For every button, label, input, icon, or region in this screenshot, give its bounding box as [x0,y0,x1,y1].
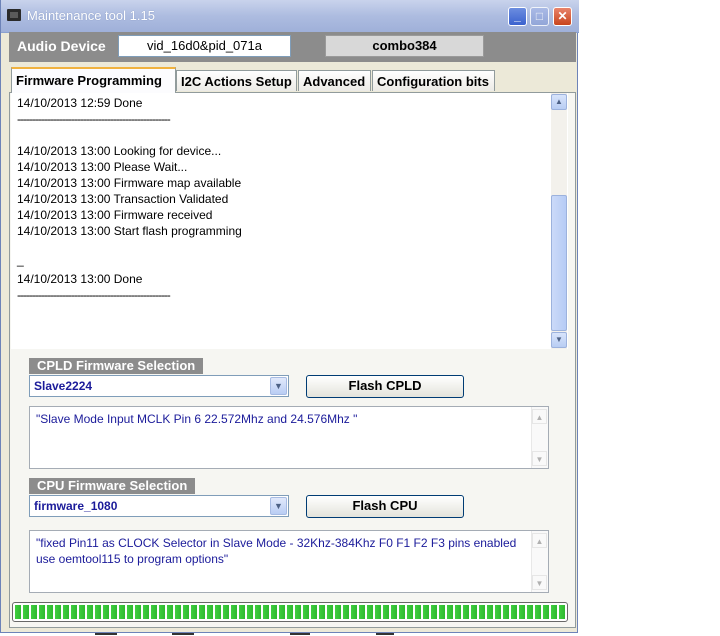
cpu-section-title: CPU Firmware Selection [29,478,196,494]
audio-device-label: Audio Device [17,38,106,54]
cpld-description: "Slave Mode Input MCLK Pin 6 22.572Mhz a… [36,412,358,426]
chevron-down-icon[interactable]: ▼ [270,377,287,395]
background-artifact [376,633,394,635]
chip-icon [7,9,21,21]
close-button[interactable]: ✕ [553,7,572,26]
cpu-selected-value: firmware_1080 [34,499,118,513]
log-line: 14/10/2013 13:00 Transaction Validated [17,192,229,206]
scroll-down-arrow-icon[interactable]: ▼ [532,451,547,466]
cpld-section-title: CPLD Firmware Selection [29,358,204,374]
log-line: 14/10/2013 13:00 Firmware map available [17,176,242,190]
log-line: 14/10/2013 13:00 Looking for device... [17,144,222,158]
scroll-up-arrow-icon[interactable]: ▲ [551,94,567,110]
progress-fill [15,605,565,619]
scroll-up-arrow-icon[interactable]: ▲ [532,409,547,424]
log-line: 14/10/2013 13:00 Start flash programming [17,224,242,238]
main-window: Maintenance tool 1.15 _ □ ✕ Audio Device… [0,0,579,633]
tab-configuration-bits[interactable]: Configuration bits [372,70,495,91]
maximize-button[interactable]: □ [530,7,549,26]
log-scrollbar[interactable]: ▲ ▼ [551,93,567,349]
cpu-firmware-select[interactable]: firmware_1080 ▼ [29,495,289,517]
log-line: 14/10/2013 13:00 Please Wait... [17,160,188,174]
log-separator: ----------------------------------------… [17,112,171,126]
cpld-firmware-select[interactable]: Slave2224 ▼ [29,375,289,397]
background-artifact [290,633,310,635]
log-line: 14/10/2013 13:00 Done [17,272,143,286]
scroll-up-arrow-icon[interactable]: ▲ [532,533,547,548]
tab-advanced[interactable]: Advanced [298,70,371,91]
scroll-down-arrow-icon[interactable]: ▼ [551,332,567,348]
minimize-button[interactable]: _ [508,7,527,26]
programming-progress-bar [12,602,568,622]
cpld-description-scrollbar[interactable]: ▲ ▼ [531,407,548,468]
window-title: Maintenance tool 1.15 [27,8,155,23]
flash-cpu-button[interactable]: Flash CPU [306,495,464,518]
log-separator: ----------------------------------------… [17,288,171,302]
scroll-thumb[interactable] [551,195,567,331]
tab-i2c-actions-setup[interactable]: I2C Actions Setup [176,70,297,91]
cpu-description-box[interactable]: "fixed Pin11 as CLOCK Selector in Slave … [29,530,549,593]
log-area[interactable]: 14/10/2013 12:59 Done ------------------… [11,93,568,349]
log-line: 14/10/2013 13:00 Firmware received [17,208,213,222]
cpld-description-box[interactable]: "Slave Mode Input MCLK Pin 6 22.572Mhz a… [29,406,549,469]
device-bar: Audio Device vid_16d0&pid_071a combo384 [9,32,576,62]
cpu-description: "fixed Pin11 as CLOCK Selector in Slave … [36,536,517,566]
cpld-selected-value: Slave2224 [34,379,93,393]
chevron-down-icon[interactable]: ▼ [270,497,287,515]
scroll-down-arrow-icon[interactable]: ▼ [532,575,547,590]
log-line: 14/10/2013 12:59 Done [17,96,143,110]
background-artifact [172,633,194,635]
device-id-field[interactable]: vid_16d0&pid_071a [118,35,291,57]
cpu-description-scrollbar[interactable]: ▲ ▼ [531,531,548,592]
device-model-field[interactable]: combo384 [325,35,484,57]
tab-firmware-programming[interactable]: Firmware Programming [11,67,176,93]
background-artifact [95,633,117,635]
flash-cpld-button[interactable]: Flash CPLD [306,375,464,398]
log-line: _ [17,253,24,267]
title-bar[interactable]: Maintenance tool 1.15 _ □ ✕ [1,0,579,33]
